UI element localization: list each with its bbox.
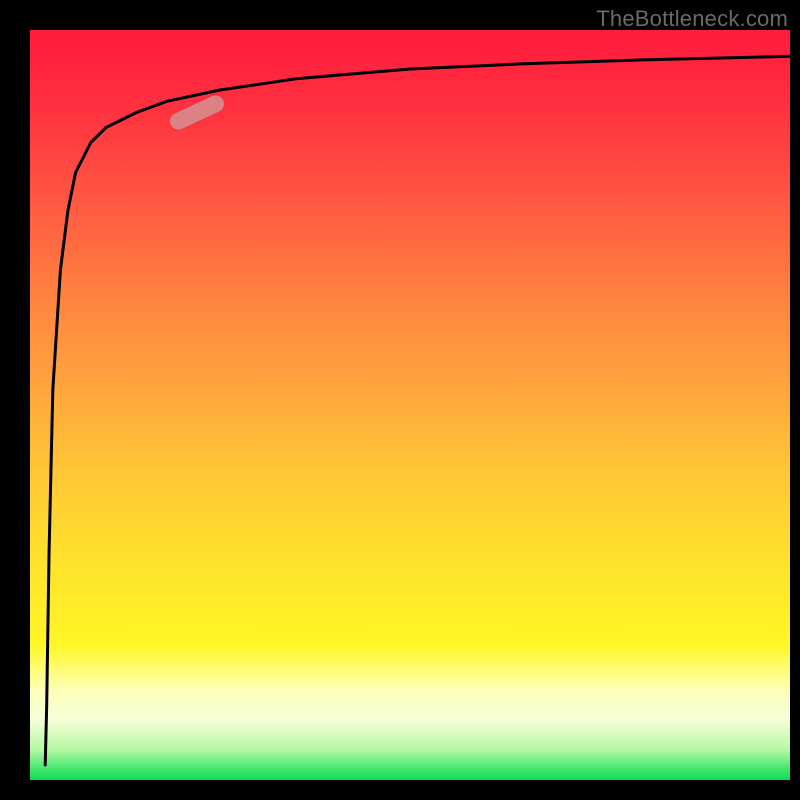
plot-area	[30, 30, 790, 780]
attribution-text: TheBottleneck.com	[596, 6, 788, 32]
curve-svg	[30, 30, 790, 780]
chart-frame: TheBottleneck.com	[0, 0, 800, 800]
curve-path	[45, 56, 790, 765]
